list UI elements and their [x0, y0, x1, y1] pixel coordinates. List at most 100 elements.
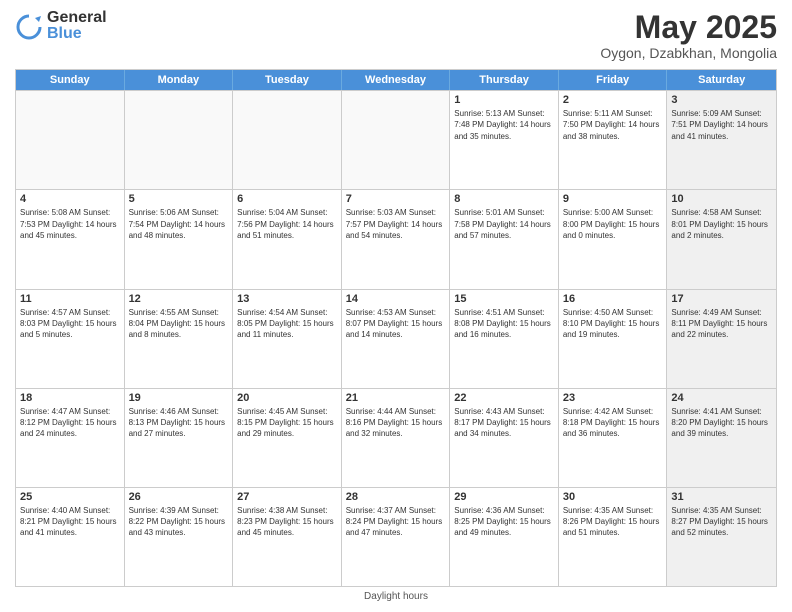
cal-header-tuesday: Tuesday [233, 70, 342, 90]
logo: General Blue [15, 10, 107, 42]
cell-content: Sunrise: 4:49 AM Sunset: 8:11 PM Dayligh… [671, 307, 772, 341]
day-number: 8 [454, 193, 554, 205]
logo-general-text: General [47, 10, 107, 26]
cell-content: Sunrise: 4:51 AM Sunset: 8:08 PM Dayligh… [454, 307, 554, 341]
cal-cell-day-7: 7 Sunrise: 5:03 AM Sunset: 7:57 PM Daylig… [342, 190, 451, 288]
cal-cell-day-5: 5 Sunrise: 5:06 AM Sunset: 7:54 PM Daylig… [125, 190, 234, 288]
cell-content: Sunrise: 5:06 AM Sunset: 7:54 PM Dayligh… [129, 207, 229, 241]
cal-cell-day-6: 6 Sunrise: 5:04 AM Sunset: 7:56 PM Daylig… [233, 190, 342, 288]
cal-cell-day-17: 17 Sunrise: 4:49 AM Sunset: 8:11 PM Dayli… [667, 290, 776, 388]
day-number: 7 [346, 193, 446, 205]
day-number: 25 [20, 491, 120, 503]
day-number: 1 [454, 94, 554, 106]
day-number: 6 [237, 193, 337, 205]
cell-content: Sunrise: 4:58 AM Sunset: 8:01 PM Dayligh… [671, 207, 772, 241]
cal-cell-day-8: 8 Sunrise: 5:01 AM Sunset: 7:58 PM Daylig… [450, 190, 559, 288]
cal-cell-day-1: 1 Sunrise: 5:13 AM Sunset: 7:48 PM Daylig… [450, 91, 559, 189]
cell-content: Sunrise: 4:40 AM Sunset: 8:21 PM Dayligh… [20, 505, 120, 539]
day-number: 19 [129, 392, 229, 404]
cal-week-1: 1 Sunrise: 5:13 AM Sunset: 7:48 PM Daylig… [16, 90, 776, 189]
cal-cell-day-21: 21 Sunrise: 4:44 AM Sunset: 8:16 PM Dayli… [342, 389, 451, 487]
cal-cell-day-29: 29Sunrise: 4:36 AM Sunset: 8:25 PM Dayli… [450, 488, 559, 586]
cal-cell-day-22: 22 Sunrise: 4:43 AM Sunset: 8:17 PM Dayli… [450, 389, 559, 487]
cal-header-saturday: Saturday [667, 70, 776, 90]
cal-cell-day-30: 30Sunrise: 4:35 AM Sunset: 8:26 PM Dayli… [559, 488, 668, 586]
cell-content: Sunrise: 4:57 AM Sunset: 8:03 PM Dayligh… [20, 307, 120, 341]
cal-week-3: 11 Sunrise: 4:57 AM Sunset: 8:03 PM Dayli… [16, 289, 776, 388]
day-number: 13 [237, 293, 337, 305]
cell-content: Sunrise: 4:35 AM Sunset: 8:27 PM Dayligh… [671, 505, 772, 539]
cell-content: Sunrise: 4:38 AM Sunset: 8:23 PM Dayligh… [237, 505, 337, 539]
cal-cell-day-13: 13 Sunrise: 4:54 AM Sunset: 8:05 PM Dayli… [233, 290, 342, 388]
day-number: 21 [346, 392, 446, 404]
page: General Blue May 2025 Oygon, Dzabkhan, M… [0, 0, 792, 612]
cal-cell-day-18: 18 Sunrise: 4:47 AM Sunset: 8:12 PM Dayli… [16, 389, 125, 487]
cell-content: Sunrise: 5:08 AM Sunset: 7:53 PM Dayligh… [20, 207, 120, 241]
cell-content: Sunrise: 5:11 AM Sunset: 7:50 PM Dayligh… [563, 108, 663, 142]
footer-note: Daylight hours [15, 591, 777, 602]
cal-week-5: 25 Sunrise: 4:40 AM Sunset: 8:21 PM Dayli… [16, 487, 776, 586]
cell-content: Sunrise: 5:01 AM Sunset: 7:58 PM Dayligh… [454, 207, 554, 241]
cal-cell-day-11: 11 Sunrise: 4:57 AM Sunset: 8:03 PM Dayli… [16, 290, 125, 388]
cell-content: Sunrise: 4:37 AM Sunset: 8:24 PM Dayligh… [346, 505, 446, 539]
cal-cell-day-19: 19 Sunrise: 4:46 AM Sunset: 8:13 PM Dayli… [125, 389, 234, 487]
cell-content: Sunrise: 4:45 AM Sunset: 8:15 PM Dayligh… [237, 406, 337, 440]
cal-cell-empty [125, 91, 234, 189]
calendar: SundayMondayTuesdayWednesdayThursdayFrid… [15, 69, 777, 587]
day-number: 17 [671, 293, 772, 305]
day-number: 14 [346, 293, 446, 305]
cal-cell-day-16: 16 Sunrise: 4:50 AM Sunset: 8:10 PM Dayli… [559, 290, 668, 388]
day-number: 9 [563, 193, 663, 205]
cell-content: Sunrise: 5:04 AM Sunset: 7:56 PM Dayligh… [237, 207, 337, 241]
day-number: 3 [671, 94, 772, 106]
cell-content: Sunrise: 5:09 AM Sunset: 7:51 PM Dayligh… [671, 108, 772, 142]
cell-content: Sunrise: 5:03 AM Sunset: 7:57 PM Dayligh… [346, 207, 446, 241]
day-number: 12 [129, 293, 229, 305]
cell-content: Sunrise: 4:47 AM Sunset: 8:12 PM Dayligh… [20, 406, 120, 440]
cell-content: Sunrise: 4:39 AM Sunset: 8:22 PM Dayligh… [129, 505, 229, 539]
day-number: 4 [20, 193, 120, 205]
cal-header-monday: Monday [125, 70, 234, 90]
day-number: 15 [454, 293, 554, 305]
day-number: 26 [129, 491, 229, 503]
day-number: 31 [671, 491, 772, 503]
cal-cell-day-24: 24 Sunrise: 4:41 AM Sunset: 8:20 PM Dayli… [667, 389, 776, 487]
day-number: 22 [454, 392, 554, 404]
logo-blue-text: Blue [47, 26, 107, 42]
cell-content: Sunrise: 4:46 AM Sunset: 8:13 PM Dayligh… [129, 406, 229, 440]
cell-content: Sunrise: 4:53 AM Sunset: 8:07 PM Dayligh… [346, 307, 446, 341]
cal-cell-day-26: 26 Sunrise: 4:39 AM Sunset: 8:22 PM Dayli… [125, 488, 234, 586]
day-number: 27 [237, 491, 337, 503]
cell-content: Sunrise: 4:41 AM Sunset: 8:20 PM Dayligh… [671, 406, 772, 440]
cal-cell-day-14: 14 Sunrise: 4:53 AM Sunset: 8:07 PM Dayli… [342, 290, 451, 388]
cal-cell-day-10: 10Sunrise: 4:58 AM Sunset: 8:01 PM Dayli… [667, 190, 776, 288]
day-number: 18 [20, 392, 120, 404]
day-number: 24 [671, 392, 772, 404]
day-number: 29 [454, 491, 554, 503]
cal-header-wednesday: Wednesday [342, 70, 451, 90]
cell-content: Sunrise: 4:35 AM Sunset: 8:26 PM Dayligh… [563, 505, 663, 539]
day-number: 16 [563, 293, 663, 305]
day-number: 23 [563, 392, 663, 404]
cal-header-sunday: Sunday [16, 70, 125, 90]
cal-header-friday: Friday [559, 70, 668, 90]
cal-cell-day-25: 25 Sunrise: 4:40 AM Sunset: 8:21 PM Dayli… [16, 488, 125, 586]
cal-cell-day-31: 31 Sunrise: 4:35 AM Sunset: 8:27 PM Dayli… [667, 488, 776, 586]
cell-content: Sunrise: 4:44 AM Sunset: 8:16 PM Dayligh… [346, 406, 446, 440]
cal-week-2: 4 Sunrise: 5:08 AM Sunset: 7:53 PM Daylig… [16, 189, 776, 288]
day-number: 11 [20, 293, 120, 305]
cell-content: Sunrise: 4:50 AM Sunset: 8:10 PM Dayligh… [563, 307, 663, 341]
main-title: May 2025 [600, 10, 777, 45]
cal-cell-day-27: 27 Sunrise: 4:38 AM Sunset: 8:23 PM Dayli… [233, 488, 342, 586]
cal-cell-day-3: 3 Sunrise: 5:09 AM Sunset: 7:51 PM Daylig… [667, 91, 776, 189]
cell-content: Sunrise: 5:13 AM Sunset: 7:48 PM Dayligh… [454, 108, 554, 142]
logo-icon [15, 12, 43, 40]
cal-week-4: 18 Sunrise: 4:47 AM Sunset: 8:12 PM Dayli… [16, 388, 776, 487]
cell-content: Sunrise: 4:43 AM Sunset: 8:17 PM Dayligh… [454, 406, 554, 440]
cal-cell-day-20: 20Sunrise: 4:45 AM Sunset: 8:15 PM Dayli… [233, 389, 342, 487]
cal-cell-day-23: 23Sunrise: 4:42 AM Sunset: 8:18 PM Dayli… [559, 389, 668, 487]
cell-content: Sunrise: 4:54 AM Sunset: 8:05 PM Dayligh… [237, 307, 337, 341]
cal-cell-day-9: 9Sunrise: 5:00 AM Sunset: 8:00 PM Daylig… [559, 190, 668, 288]
title-block: May 2025 Oygon, Dzabkhan, Mongolia [600, 10, 777, 61]
day-number: 5 [129, 193, 229, 205]
